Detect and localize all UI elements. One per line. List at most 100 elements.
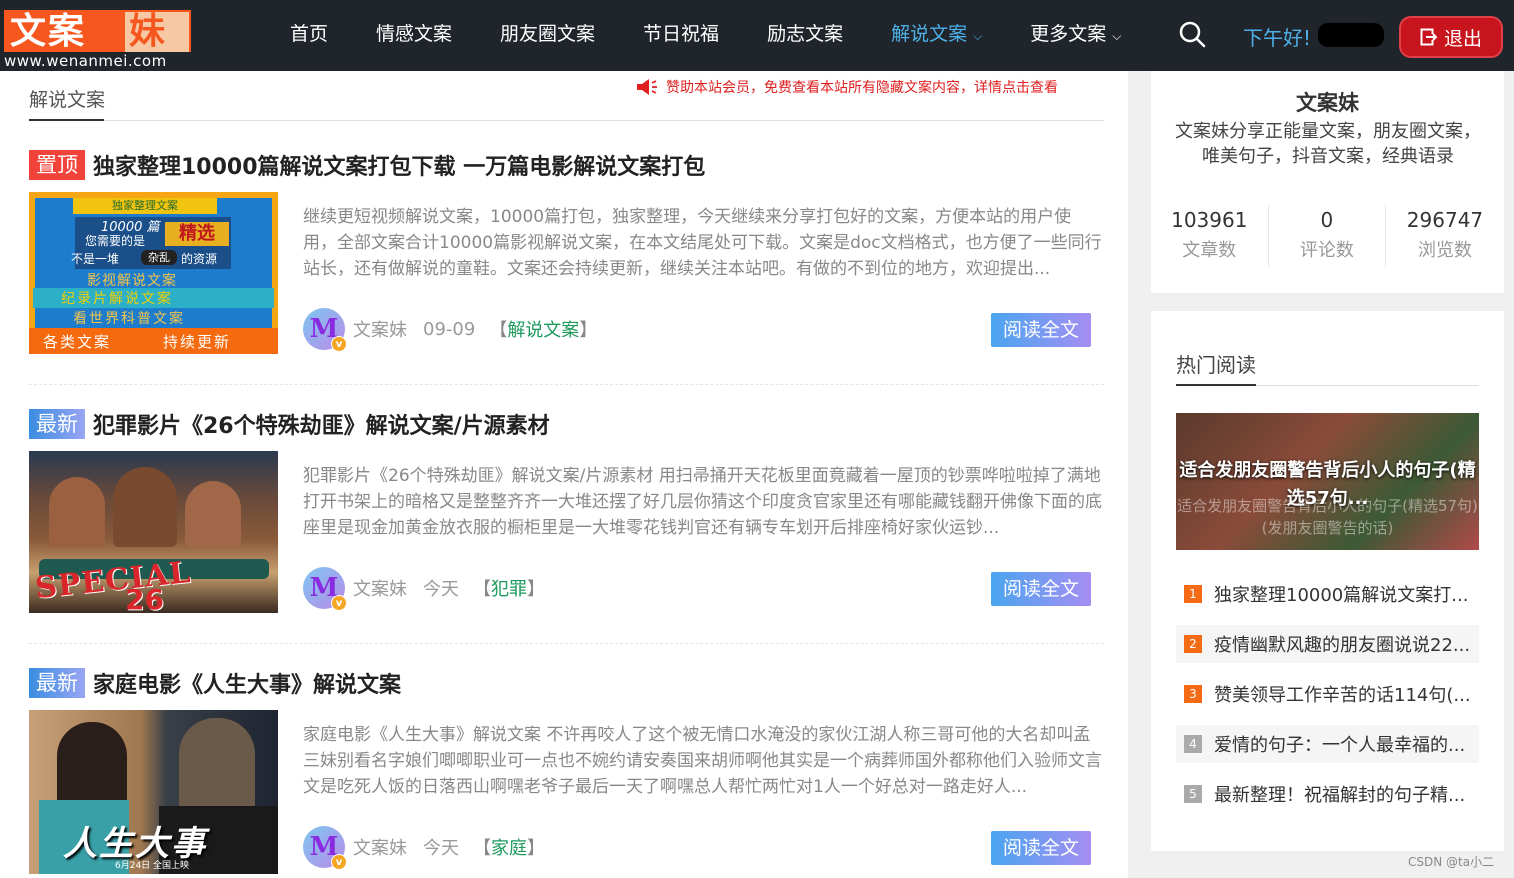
post-author[interactable]: 文案妹 [353, 834, 407, 860]
logo-url: www.wenanmei.com [4, 52, 191, 70]
post-title[interactable]: 犯罪影片《26个特殊劫匪》解说文案/片源素材 [93, 408, 550, 440]
logo-mark: 文案 妹 [4, 10, 191, 54]
logo-text-part2: 妹 [129, 11, 166, 52]
nav-holiday-label: 节日祝福 [643, 23, 720, 45]
hot-featured-watermark: 适合发朋友圈警告背后小人的句子(精选57句)(发朋友圈警告的话) [1177, 497, 1478, 537]
chevron-down-icon: ⌵ [973, 29, 983, 43]
post-excerpt: 犯罪影片《26个特殊劫匪》解说文案/片源素材 用扫帚捅开天花板里面竟藏着一屋顶的… [303, 466, 1102, 538]
thumb-line: 您需要的是 [85, 234, 146, 248]
rank-badge: 1 [1184, 585, 1202, 603]
bracket-close: 】 [527, 579, 545, 600]
list-item[interactable]: 5 最新整理！祝福解封的句子精... [1176, 775, 1479, 813]
stat-value: 296747 [1406, 208, 1484, 232]
post-title[interactable]: 独家整理10000篇解说文案打包下载 一万篇电影解说文案打包 [93, 149, 705, 181]
section-title: 解说文案 [29, 89, 106, 111]
sponsor-notice[interactable]: 赞助本站会员，免费查看本站所有隐藏文案内容，详情点击查看 [636, 77, 1058, 97]
thumb-line: 看世界科普文案 [73, 311, 185, 327]
thumb-header: 独家整理文案 [73, 198, 217, 214]
nav-emotion[interactable]: 情感文案 [376, 0, 452, 71]
logout-button[interactable]: 退出 [1399, 16, 1503, 58]
main-nav: 首页 情感文案 朋友圈文案 节日祝福 励志文案 解说文案 ⌵ 更多文案 ⌵ [290, 0, 1121, 71]
nav-home-label: 首页 [290, 23, 329, 45]
post-meta: Mv 文案妹 今天 【家庭】 [303, 826, 545, 870]
read-more-button[interactable]: 阅读全文 [991, 313, 1091, 347]
post-author[interactable]: 文案妹 [353, 316, 407, 342]
section-divider [29, 120, 1104, 121]
thumb-line: 26 [125, 583, 164, 613]
site-description: 文案妹分享正能量文案，朋友圈文案，唯美句子，抖音文案，经典语录 [1175, 121, 1481, 167]
post-author[interactable]: 文案妹 [353, 575, 407, 601]
pinned-badge: 置顶 [29, 150, 85, 180]
thumb-line: 影视解说文案 [87, 273, 177, 289]
stat-label: 浏览数 [1417, 240, 1472, 261]
nav-commentary[interactable]: 解说文案 ⌵ [891, 0, 982, 71]
list-item[interactable]: 1 独家整理10000篇解说文案打... [1176, 575, 1479, 613]
post-item: 最新 犯罪影片《26个特殊劫匪》解说文案/片源素材 SPECIAL 26 犯罪影… [29, 407, 1104, 657]
hot-featured-image[interactable]: 适合发朋友圈警告背后小人的句子(精选57句... 适合发朋友圈警告背后小人的句子… [1176, 413, 1479, 550]
sponsor-notice-text: 赞助本站会员，免费查看本站所有隐藏文案内容，详情点击查看 [666, 80, 1058, 96]
thumb-figure [49, 477, 105, 547]
post-meta: Mv 文案妹 09-09 【解说文案】 [303, 308, 598, 352]
bracket-close: 】 [579, 320, 598, 341]
hot-item-title[interactable]: 独家整理10000篇解说文案打... [1214, 581, 1476, 607]
stat-value: 0 [1320, 208, 1334, 232]
post-date: 09-09 [423, 318, 476, 340]
logout-label: 退出 [1443, 27, 1482, 50]
post-thumbnail[interactable]: 独家整理文案 10000 篇 您需要的是 精选 不是一堆 杂乱 的资源 影视解说… [29, 192, 278, 354]
site-logo[interactable]: 文案 妹 www.wenanmei.com [4, 8, 191, 70]
avatar[interactable]: Mv [303, 826, 347, 870]
post-item: 最新 家庭电影《人生大事》解说文案 人生大事 6月24日 全国上映 家庭电影《人… [29, 666, 1104, 878]
post-title-row[interactable]: 置顶 独家整理10000篇解说文案打包下载 一万篇电影解说文案打包 [29, 148, 705, 182]
stat-label: 文章数 [1182, 240, 1237, 261]
hot-reads-card: 热门阅读 适合发朋友圈警告背后小人的句子(精选57句... 适合发朋友圈警告背后… [1151, 311, 1504, 851]
post-title[interactable]: 家庭电影《人生大事》解说文案 [93, 667, 401, 699]
post-date: 今天 [423, 579, 459, 600]
greeting-text: 下午好! [1243, 26, 1312, 50]
post-thumbnail[interactable]: 人生大事 6月24日 全国上映 [29, 710, 278, 874]
avatar[interactable]: Mv [303, 308, 347, 352]
post-category[interactable]: 解说文案 [507, 316, 579, 342]
nav-more[interactable]: 更多文案 ⌵ [1030, 0, 1121, 71]
hot-reads-list: 1 独家整理10000篇解说文案打... 2 疫情幽默风趣的朋友圈说说22... 3… [1176, 575, 1479, 825]
post-excerpt: 家庭电影《人生大事》解说文案 不许再咬人了这个被无情口水淹没的家伙江湖人称三哥可… [303, 725, 1102, 797]
search-icon[interactable] [1178, 20, 1206, 48]
stat-views: 296747 浏览数 [1386, 205, 1504, 267]
section-underline [29, 119, 104, 121]
new-badge: 最新 [29, 668, 85, 698]
post-excerpt: 继续更短视频解说文案，10000篇打包，独家整理，今天继续来分享打包好的文案，方… [303, 207, 1102, 279]
bracket-open: 【 [473, 579, 491, 600]
post-thumbnail[interactable]: SPECIAL 26 [29, 451, 278, 613]
nav-emotion-label: 情感文案 [376, 23, 453, 45]
post-title-row[interactable]: 最新 犯罪影片《26个特殊劫匪》解说文案/片源素材 [29, 407, 550, 441]
thumb-line: 各类文案 [43, 333, 112, 351]
thumb-figure [185, 481, 241, 547]
post-divider [29, 643, 1104, 644]
verified-icon: v [331, 854, 347, 870]
bracket-close: 】 [527, 838, 545, 859]
hot-reads-underline [1176, 384, 1256, 386]
nav-holiday[interactable]: 节日祝福 [643, 0, 719, 71]
thumb-figure [57, 722, 127, 812]
hot-item-title[interactable]: 最新整理！祝福解封的句子精... [1214, 781, 1476, 807]
rank-badge: 3 [1184, 685, 1202, 703]
list-item[interactable]: 4 爱情的句子：一个人最幸福的... [1176, 725, 1479, 763]
rank-badge: 2 [1184, 635, 1202, 653]
post-category[interactable]: 犯罪 [491, 575, 527, 601]
nav-moments[interactable]: 朋友圈文案 [500, 0, 595, 71]
nav-home[interactable]: 首页 [290, 0, 328, 71]
hot-reads-title: 热门阅读 [1176, 353, 1256, 377]
thumb-line: 不是一堆 [71, 252, 120, 266]
post-category[interactable]: 家庭 [491, 834, 527, 860]
list-item[interactable]: 2 疫情幽默风趣的朋友圈说说22... [1176, 625, 1479, 663]
hot-item-title[interactable]: 疫情幽默风趣的朋友圈说说22... [1214, 631, 1476, 657]
hot-item-title[interactable]: 赞美领导工作辛苦的话114句(... [1214, 681, 1476, 707]
hot-item-title[interactable]: 爱情的句子：一个人最幸福的... [1214, 731, 1476, 757]
read-more-button[interactable]: 阅读全文 [991, 572, 1091, 606]
post-title-row[interactable]: 最新 家庭电影《人生大事》解说文案 [29, 666, 401, 700]
stat-label: 评论数 [1299, 240, 1354, 261]
read-more-button[interactable]: 阅读全文 [991, 831, 1091, 865]
list-item[interactable]: 3 赞美领导工作辛苦的话114句(... [1176, 675, 1479, 713]
thumb-line: 的资源 [181, 252, 218, 266]
avatar[interactable]: Mv [303, 567, 347, 611]
nav-inspire[interactable]: 励志文案 [767, 0, 843, 71]
